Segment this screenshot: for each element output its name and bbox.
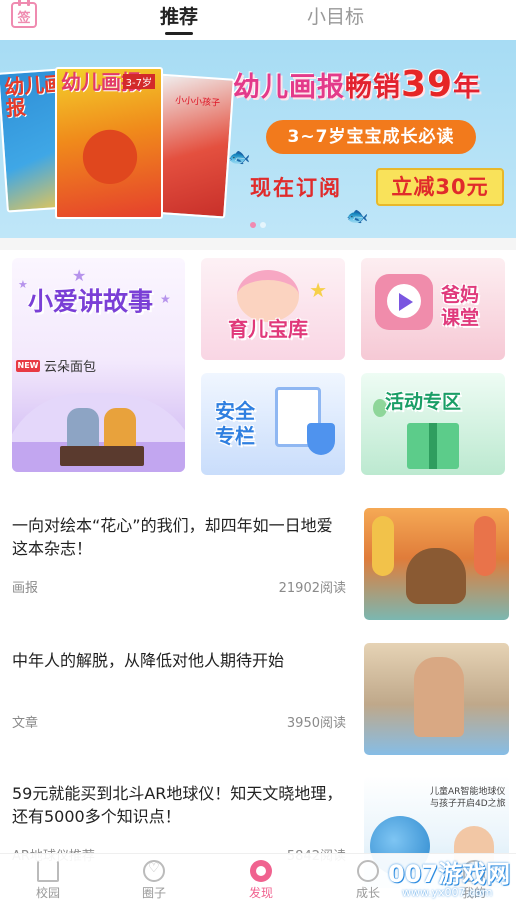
magazine-cover-front: 幼儿画报 3-7岁	[55, 67, 163, 219]
banner-headline: 幼儿画报畅销39年	[233, 64, 481, 105]
site-watermark: 007游戏网 www.yx007.com	[388, 852, 516, 906]
calendar-sign-in-icon[interactable]: 签	[11, 0, 37, 28]
fish-decoration-icon: 🐟	[228, 147, 251, 168]
star-icon: ★	[160, 292, 171, 306]
carousel-dot[interactable]	[250, 222, 256, 228]
parenting-card-title: 育儿宝库	[228, 317, 308, 341]
nav-label: 发现	[248, 886, 273, 900]
article-item[interactable]: 中年人的解脱，从降低对他人期待开始 文章 3950阅读	[0, 640, 516, 758]
thumbnail-caption-line2: 与孩子开启4D之旅	[430, 799, 506, 809]
age-range-pill: 3~7岁宝宝成长必读	[266, 120, 476, 154]
watermark-logo-text: 007游戏网	[388, 860, 511, 888]
fish-decoration-icon: 🐟	[346, 206, 369, 227]
article-read-count: 3950阅读	[286, 716, 346, 731]
watermark-url: www.yx007.com	[402, 886, 493, 899]
dragon-mascot-illustration	[75, 129, 145, 191]
bear-illustration	[406, 548, 466, 604]
thumbnail-caption: 儿童AR智能地球仪 与孩子开启4D之旅	[430, 786, 506, 810]
article-tag: 文章	[12, 716, 39, 731]
top-tab-bar: 签 推荐 小目标	[0, 0, 516, 40]
headline-brand: 幼儿画报	[233, 72, 345, 103]
section-divider	[0, 238, 516, 250]
events-card-title: 活动专区	[385, 391, 462, 413]
headline-number: 39	[401, 64, 454, 105]
safety-title-line2: 专栏	[215, 424, 255, 448]
parent-class-title: 爸妈 课堂	[441, 284, 479, 330]
events-card[interactable]: 活动专区	[361, 373, 505, 475]
nav-label: 圈子	[141, 886, 166, 900]
article-title: 59元就能买到北斗AR地球仪！知天文晓地理，还有5000多个知识点！	[12, 784, 343, 826]
subscribe-now-text: 现在订阅	[250, 176, 342, 200]
safety-title-line1: 安全	[215, 399, 255, 423]
headline-suffix: 年	[453, 72, 482, 103]
heart-icon	[143, 860, 165, 882]
sign-in-label: 签	[17, 11, 31, 26]
discover-icon	[250, 860, 272, 882]
story-card-title: 小爱讲故事	[28, 287, 154, 316]
story-card[interactable]: ★ ★ ★ 小爱讲故事 NEW 云朵面包	[12, 258, 185, 472]
carousel-dot[interactable]	[260, 222, 266, 228]
gift-box-icon	[407, 423, 459, 469]
story-item-name: 云朵面包	[44, 360, 97, 375]
video-play-icon	[375, 274, 433, 330]
article-title: 一向对绘本“花心”的我们，却四年如一日地爱这本杂志！	[12, 516, 333, 558]
article-read-count: 21902阅读	[278, 581, 346, 596]
tree-illustration	[474, 516, 496, 576]
star-icon: ★	[309, 278, 327, 302]
article-item[interactable]: 一向对绘本“花心”的我们，却四年如一日地爱这本杂志！ 画报 21902阅读	[0, 505, 516, 623]
nav-campus[interactable]: 校园	[18, 860, 78, 901]
article-tag: 画报	[12, 581, 39, 596]
article-title: 中年人的解脱，从降低对他人期待开始	[12, 651, 285, 670]
table-illustration	[60, 446, 144, 466]
nav-discover[interactable]: 发现	[231, 860, 291, 901]
promo-banner[interactable]: 幼儿画报 小小小孩子 幼儿画报 3-7岁 幼儿画报畅销39年 3~7岁宝宝成长必…	[0, 40, 516, 238]
magazine-issue-badge: 3-7岁	[122, 74, 155, 89]
discount-badge: 立减30元	[376, 168, 504, 206]
magazine-subtitle: 小小小孩子	[174, 95, 221, 109]
shield-check-icon	[307, 423, 335, 455]
safety-column-card[interactable]: 安全 专栏	[201, 373, 345, 475]
article-thumbnail-cat-hand	[364, 643, 509, 755]
carousel-indicator	[250, 213, 270, 232]
parent-class-card[interactable]: 爸妈 课堂	[361, 258, 505, 360]
parenting-library-card[interactable]: ★ 育儿宝库	[201, 258, 345, 360]
parent-class-title-line2: 课堂	[441, 306, 480, 329]
parent-class-title-line1: 爸妈	[441, 284, 480, 306]
house-icon	[37, 860, 59, 882]
hand-illustration	[414, 657, 464, 737]
safety-card-title: 安全 专栏	[215, 399, 255, 449]
nav-label: 校园	[35, 886, 60, 900]
star-icon: ★	[18, 278, 28, 291]
thumbnail-caption-line1: 儿童AR智能地球仪	[430, 787, 506, 797]
tree-illustration	[372, 516, 394, 576]
tab-small-goal[interactable]: 小目标	[307, 2, 364, 29]
tab-recommend[interactable]: 推荐	[160, 2, 198, 29]
grow-icon	[357, 860, 379, 882]
nav-circle[interactable]: 圈子	[124, 860, 184, 901]
new-badge: NEW	[16, 360, 40, 372]
active-tab-indicator	[165, 32, 193, 35]
article-thumbnail-bear	[364, 508, 509, 620]
headline-mid: 畅销	[345, 72, 401, 103]
